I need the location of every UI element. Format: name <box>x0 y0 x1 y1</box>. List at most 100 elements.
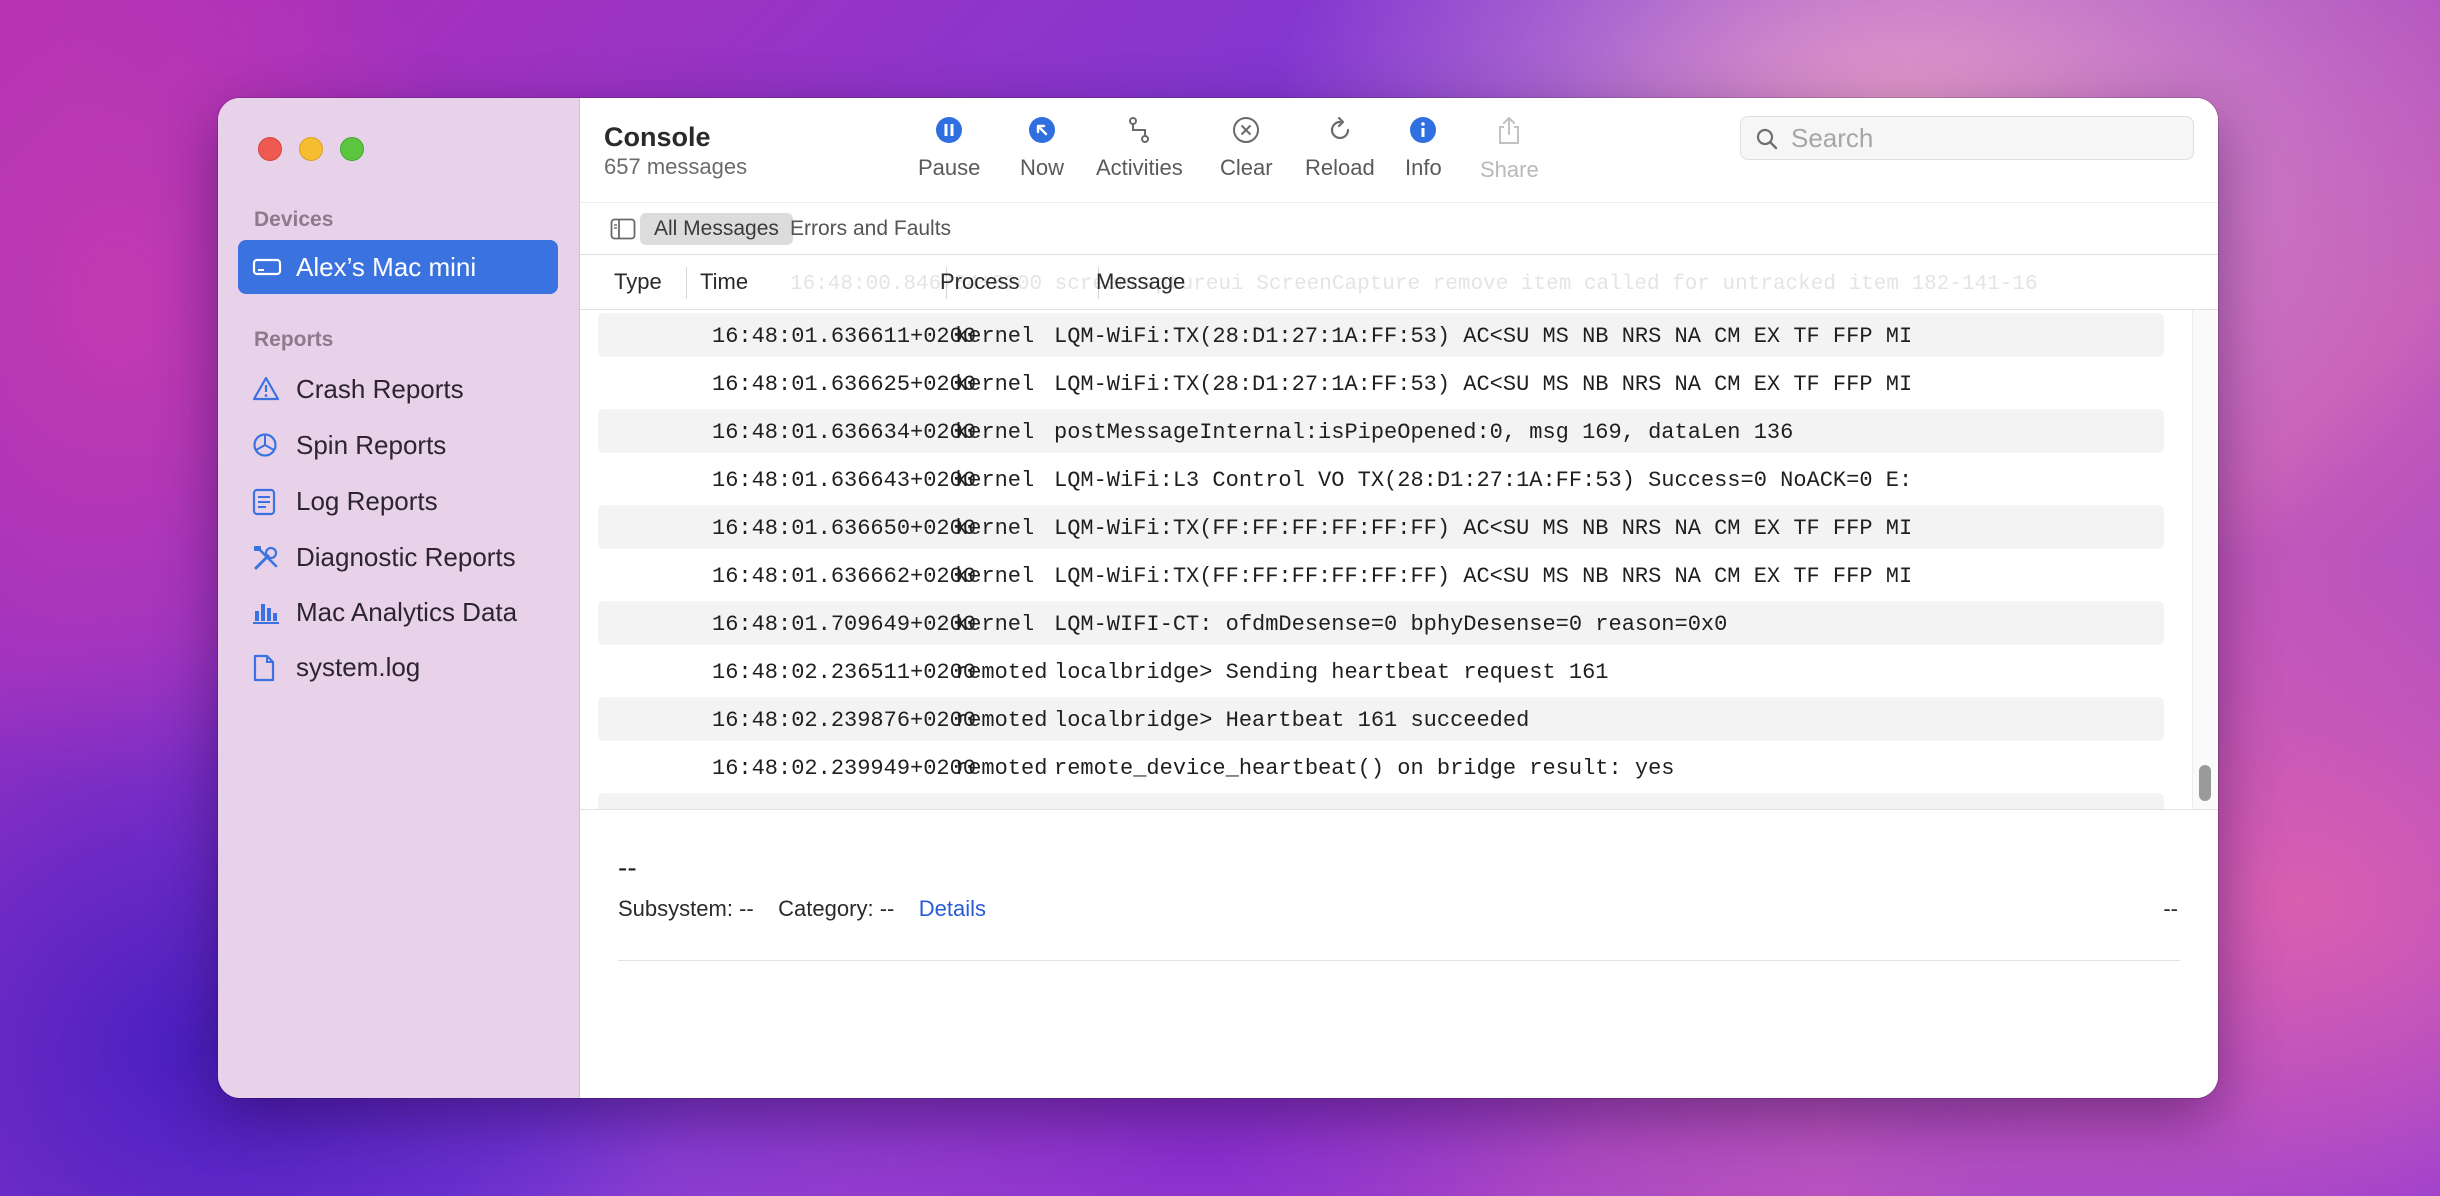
table-scrollbar[interactable] <box>2192 310 2216 809</box>
sidebar-item-spin-reports[interactable]: Spin Reports <box>238 420 558 470</box>
table-row[interactable] <box>598 793 2164 809</box>
table-row[interactable]: 16:48:01.636662+0200 kernel LQM-WiFi:TX(… <box>598 553 2164 597</box>
close-window-button[interactable] <box>258 137 282 161</box>
warning-triangle-icon <box>252 376 280 409</box>
table-row[interactable]: 16:48:01.636625+0200 kernel LQM-WiFi:TX(… <box>598 361 2164 405</box>
scrollbar-thumb[interactable] <box>2199 765 2211 801</box>
now-button[interactable]: Now <box>1020 116 1064 181</box>
sidebar-item-crash-reports[interactable]: Crash Reports <box>238 364 558 414</box>
main-pane: Console 657 messages Pause Now Activitie… <box>580 98 2218 1098</box>
table-row[interactable]: 16:48:02.236511+0200 remoted localbridge> … <box>598 649 2164 693</box>
column-type[interactable]: Type <box>614 269 662 295</box>
sidebar-item-diagnostic-reports[interactable]: Diagnostic Reports <box>238 532 558 582</box>
row-process: kernel <box>955 564 1035 589</box>
pause-label: Pause <box>918 155 981 180</box>
zoom-window-button[interactable] <box>340 137 364 161</box>
console-window: Devices Alex’s Mac mini Reports Crash Re… <box>218 98 2218 1098</box>
row-time: 16:48:02.239949+0200 <box>712 756 977 781</box>
share-label: Share <box>1480 157 1539 182</box>
row-message: LQM-WiFi:TX(28:D1:27:1A:FF:53) AC<SU MS … <box>1054 372 1913 397</box>
column-divider[interactable] <box>686 267 687 299</box>
reload-button[interactable]: Reload <box>1305 116 1375 181</box>
info-label: Info <box>1405 155 1442 180</box>
detail-divider <box>618 960 2180 961</box>
column-process[interactable]: Process <box>940 269 1019 295</box>
subsystem-value: -- <box>739 896 754 921</box>
row-process: kernel <box>955 516 1035 541</box>
row-message: LQM-WiFi:TX(FF:FF:FF:FF:FF:FF) AC<SU MS … <box>1054 516 1913 541</box>
sidebar-item-label: system.log <box>296 651 421 682</box>
row-message: LQM-WiFi:TX(28:D1:27:1A:FF:53) AC<SU MS … <box>1054 324 1913 349</box>
share-icon <box>1495 116 1523 151</box>
message-count: 657 messages <box>604 154 748 179</box>
sidebar-item-mac-analytics-data[interactable]: Mac Analytics Data <box>238 587 558 637</box>
table-row[interactable]: 16:48:01.636634+0200 kernel postMessageI… <box>598 409 2164 453</box>
row-time: 16:48:02.239876+0200 <box>712 708 977 733</box>
filter-all-messages[interactable]: All Messages <box>640 213 793 245</box>
row-process: kernel <box>955 612 1035 637</box>
share-button[interactable]: Share <box>1480 116 1539 183</box>
detail-metadata: Subsystem: -- Category: -- Details <box>618 896 986 922</box>
sidebar-item-system-log[interactable]: system.log <box>238 642 558 692</box>
filter-bar: All Messages Errors and Faults <box>580 202 2218 254</box>
row-message: LQM-WiFi:TX(FF:FF:FF:FF:FF:FF) AC<SU MS … <box>1054 564 1913 589</box>
row-time: 16:48:01.636634+0200 <box>712 420 977 445</box>
clear-label: Clear <box>1220 155 1273 180</box>
category-value: -- <box>879 896 895 921</box>
row-process: remoted <box>955 756 1048 781</box>
log-table: 16:48:01.636611+0200 kernel LQM-WiFi:TX(… <box>580 310 2218 809</box>
search-icon <box>1755 127 1779 156</box>
pause-icon <box>935 116 963 149</box>
row-message: postMessageInternal:isPipeOpened:0, msg … <box>1054 420 1794 445</box>
column-header: 16:48:00.846784+0200 screencaptureui Scr… <box>580 254 2218 310</box>
row-process: kernel <box>955 372 1035 397</box>
search-field[interactable] <box>1740 116 2194 160</box>
sidebar-item-log-reports[interactable]: Log Reports <box>238 476 558 526</box>
detail-title: -- <box>618 852 637 883</box>
reports-header: Reports <box>254 328 334 351</box>
mac-mini-icon <box>252 255 282 286</box>
details-link[interactable]: Details <box>919 896 986 921</box>
row-message: localbridge> Heartbeat 161 succeeded <box>1054 708 1530 733</box>
detail-pane: -- Subsystem: -- Category: -- Details -- <box>580 809 2218 1098</box>
search-input[interactable] <box>1791 122 2171 154</box>
row-time: 16:48:01.636625+0200 <box>712 372 977 397</box>
row-time: 16:48:01.709649+0200 <box>712 612 977 637</box>
table-row[interactable]: 16:48:02.239876+0200 remoted localbridge> … <box>598 697 2164 741</box>
table-row[interactable]: 16:48:01.636650+0200 kernel LQM-WiFi:TX(… <box>598 505 2164 549</box>
row-process: kernel <box>955 468 1035 493</box>
row-time: 16:48:01.636643+0200 <box>712 468 977 493</box>
table-row[interactable]: 16:48:02.239949+0200 remoted remote_device… <box>598 745 2164 789</box>
sidebar-item-device[interactable]: Alex’s Mac mini <box>238 240 558 294</box>
activities-icon <box>1125 116 1153 149</box>
table-row[interactable]: 16:48:01.709649+0200 kernel LQM-WIFI-CT: o… <box>598 601 2164 645</box>
row-process: remoted <box>955 660 1048 685</box>
app-title: Console <box>604 122 711 152</box>
info-button[interactable]: Info <box>1405 116 1442 181</box>
minimize-window-button[interactable] <box>299 137 323 161</box>
row-process: kernel <box>955 420 1035 445</box>
table-row[interactable]: 16:48:01.636643+0200 kernel LQM-WiFi:L3 … <box>598 457 2164 501</box>
row-message: remote_device_heartbeat() on bridge resu… <box>1054 756 1675 781</box>
pause-button[interactable]: Pause <box>918 116 980 181</box>
activities-label: Activities <box>1096 155 1183 180</box>
sidebar-item-label: Log Reports <box>296 485 438 516</box>
spin-wheel-icon <box>252 432 278 465</box>
column-time[interactable]: Time <box>700 269 748 295</box>
devices-header: Devices <box>254 208 334 231</box>
clear-button[interactable]: Clear <box>1220 116 1273 181</box>
clear-x-icon <box>1232 116 1260 149</box>
subsystem-label: Subsystem: <box>618 896 733 921</box>
sidebar-item-label: Diagnostic Reports <box>296 541 516 572</box>
tools-icon <box>252 544 280 579</box>
row-time: 16:48:02.236511+0200 <box>712 660 977 685</box>
bar-chart-icon <box>252 599 280 632</box>
sidebar-toggle-icon[interactable] <box>610 218 636 245</box>
reload-icon <box>1326 116 1354 149</box>
column-message[interactable]: Message <box>1096 269 1185 295</box>
filter-errors-and-faults[interactable]: Errors and Faults <box>776 213 965 245</box>
activities-button[interactable]: Activities <box>1096 116 1183 181</box>
table-row[interactable]: 16:48:01.636611+0200 kernel LQM-WiFi:TX(… <box>598 313 2164 357</box>
sidebar: Devices Alex’s Mac mini Reports Crash Re… <box>218 98 580 1098</box>
detail-right-value: -- <box>2163 896 2178 921</box>
